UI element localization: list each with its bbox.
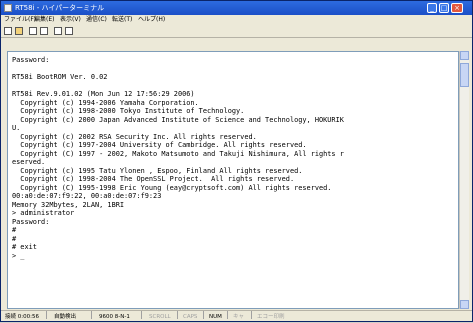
window-title: RT58i - ハイパーターミナル [15, 4, 105, 12]
terminal-area[interactable]: Password: RT58i BootROM Ver. 0.02 RT58i … [7, 51, 459, 309]
vertical-scrollbar[interactable] [459, 51, 469, 309]
menu-call[interactable]: 通信(C) [86, 15, 107, 25]
properties-icon[interactable] [65, 27, 73, 35]
terminal-window: RT58i - ハイパーターミナル _ □ × ファイル(F) 編集(E) 表示… [0, 0, 473, 322]
status-caps: CAPS [183, 314, 198, 320]
status-separator [203, 311, 204, 319]
status-echo: エコー印刷 [257, 314, 285, 320]
menu-view[interactable]: 表示(V) [60, 15, 81, 25]
scroll-thumb[interactable] [460, 63, 469, 87]
status-detect: 自動検出 [54, 314, 77, 320]
status-settings: 9600 8-N-1 [99, 314, 130, 320]
maximize-button[interactable]: □ [439, 3, 449, 13]
status-separator [251, 311, 252, 319]
status-separator [91, 311, 92, 319]
terminal-output: Password: RT58i BootROM Ver. 0.02 RT58i … [12, 56, 344, 260]
menu-transfer[interactable]: 転送(T) [112, 15, 132, 25]
status-num: NUM [209, 314, 222, 320]
status-separator [177, 311, 178, 319]
status-bar: 接続 0:00:56 自動検出 9600 8-N-1 SCROLL CAPS N… [1, 310, 472, 323]
status-separator [141, 311, 142, 319]
menu-help[interactable]: ヘルプ(H) [138, 15, 165, 25]
new-icon[interactable] [4, 27, 12, 35]
minimize-button[interactable]: _ [427, 3, 437, 13]
app-icon[interactable] [4, 4, 12, 12]
menu-file[interactable]: ファイル(F) [4, 15, 36, 25]
close-button[interactable]: × [451, 3, 463, 13]
status-scroll: SCROLL [149, 314, 171, 320]
menu-bar: ファイル(F) 編集(E) 表示(V) 通信(C) 転送(T) ヘルプ(H) [1, 15, 472, 25]
status-separator [227, 311, 228, 319]
status-connect-time: 接続 0:00:56 [5, 314, 39, 320]
open-icon[interactable] [15, 27, 23, 35]
status-capture: キャ [233, 314, 245, 320]
send-icon[interactable] [54, 27, 62, 35]
scroll-down-arrow[interactable] [460, 300, 469, 309]
phone-icon[interactable] [29, 27, 37, 35]
menu-edit[interactable]: 編集(E) [34, 15, 54, 25]
status-separator [46, 311, 47, 319]
disconnect-icon[interactable] [40, 27, 48, 35]
title-bar[interactable]: RT58i - ハイパーターミナル _ □ × [1, 1, 472, 15]
scroll-up-arrow[interactable] [460, 51, 469, 60]
toolbar [1, 25, 472, 38]
